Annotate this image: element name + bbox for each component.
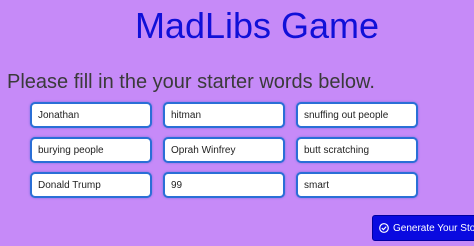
starter-word-input-5[interactable] (163, 137, 285, 163)
starter-word-input-8[interactable] (163, 172, 285, 198)
starter-word-input-9[interactable] (296, 172, 418, 198)
page-title: MadLibs Game (134, 5, 380, 46)
instructions-text: Please fill in the your starter words be… (7, 71, 375, 93)
starter-word-input-6[interactable] (296, 137, 418, 163)
starter-word-input-4[interactable] (30, 137, 152, 163)
starter-word-input-7[interactable] (30, 172, 152, 198)
generate-story-label: Generate Your Story (393, 222, 474, 234)
check-circle-icon (379, 223, 389, 233)
starter-word-input-2[interactable] (163, 102, 285, 128)
starter-word-input-1[interactable] (30, 102, 152, 128)
starter-word-input-3[interactable] (296, 102, 418, 128)
generate-story-button[interactable]: Generate Your Story (372, 215, 474, 241)
